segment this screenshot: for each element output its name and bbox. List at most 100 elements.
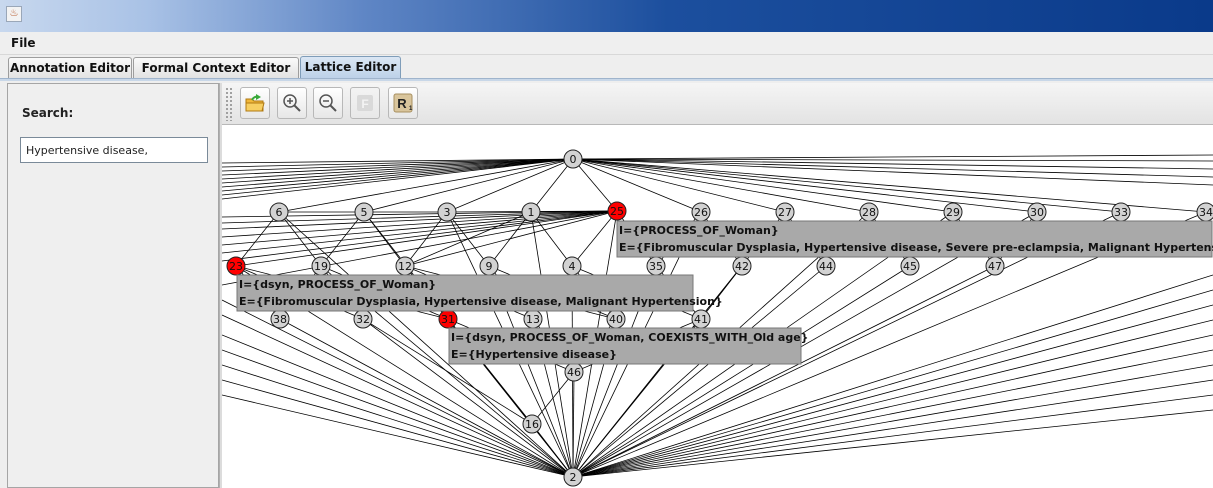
concept-tooltip: I={dsyn, PROCESS_OF_Woman} E={Fibromuscul…: [236, 274, 723, 312]
concept-tooltips: I={PROCESS_OF_Woman} E={Fibromuscular Dys…: [236, 220, 1213, 365]
node-label: 16: [525, 418, 539, 431]
node-label: 44: [819, 260, 833, 273]
node-label: 47: [988, 260, 1002, 273]
tooltip-intent: I={PROCESS_OF_Woman}: [619, 224, 779, 237]
node-label: 27: [778, 206, 792, 219]
lattice-node-35[interactable]: 35: [646, 256, 666, 276]
tooltip-intent: I={dsyn, PROCESS_OF_Woman, COEXISTS_WITH…: [451, 331, 809, 344]
window-titlebar[interactable]: ♨: [0, 0, 1213, 32]
lattice-edge: [572, 158, 1207, 213]
lattice-edge: [572, 158, 618, 212]
lattice-node-31[interactable]: 31: [438, 309, 458, 329]
r-button[interactable]: R 1: [388, 87, 418, 119]
node-label: 30: [1030, 206, 1044, 219]
r-icon-label: R: [397, 96, 407, 111]
tab-lattice-editor[interactable]: Lattice Editor: [300, 56, 401, 78]
zoom-in-button[interactable]: [277, 87, 307, 119]
lattice-node-16[interactable]: 16: [522, 414, 542, 434]
node-label: 45: [903, 260, 917, 273]
node-label: 9: [486, 260, 493, 273]
r-icon: R 1: [393, 93, 413, 113]
lattice-edge: [222, 394, 574, 478]
search-panel: Search:: [7, 83, 219, 488]
lattice-edge: [572, 289, 1213, 478]
lattice-node-2[interactable]: 2: [563, 467, 583, 487]
lattice-node-6[interactable]: 6: [269, 202, 289, 222]
lattice-edge: [572, 158, 786, 213]
menubar: File: [0, 32, 1213, 55]
node-label: 0: [570, 153, 577, 166]
tab-strip: Annotation Editor Formal Context Editor …: [0, 55, 1213, 79]
tab-divider: [0, 78, 1213, 81]
tab-formal-context-editor[interactable]: Formal Context Editor: [133, 57, 299, 78]
lattice-node-38[interactable]: 38: [270, 309, 290, 329]
lattice-node-5[interactable]: 5: [354, 202, 374, 222]
tooltip-extent: E={Fibromuscular Dysplasia, Hypertensive…: [619, 241, 1213, 254]
lattice-node-42[interactable]: 42: [732, 256, 752, 276]
lattice-node-32[interactable]: 32: [353, 309, 373, 329]
lattice-edge: [571, 210, 618, 267]
tooltip-extent: E={Fibromuscular Dysplasia, Hypertensive…: [239, 295, 723, 308]
node-label: 13: [526, 313, 540, 326]
node-label: 40: [609, 313, 623, 326]
lattice-node-46[interactable]: 46: [564, 362, 584, 382]
lattice-edge: [222, 210, 618, 286]
lattice-edge: [222, 349, 574, 478]
lattice-node-23[interactable]: 23: [226, 256, 246, 276]
node-label: 42: [735, 260, 749, 273]
lattice-edge: [572, 394, 1213, 478]
node-label: 6: [276, 206, 283, 219]
lattice-node-9[interactable]: 9: [479, 256, 499, 276]
lattice-node-30[interactable]: 30: [1027, 202, 1047, 222]
node-label: 1: [528, 206, 535, 219]
lattice-node-41[interactable]: 41: [691, 309, 711, 329]
f-icon: F: [357, 95, 373, 111]
node-label: 35: [649, 260, 663, 273]
lattice-node-34[interactable]: 34: [1196, 202, 1213, 222]
lattice-node-1[interactable]: 1: [521, 202, 541, 222]
lattice-canvas[interactable]: 0 6 5 3 1 25 26 27 28 29 30 33 34 23 19 12 9 4 35 42 44 45 47 3…: [222, 125, 1213, 488]
node-label: 26: [694, 206, 708, 219]
node-label: 25: [610, 205, 624, 218]
lattice-edge: [531, 371, 575, 425]
node-label: 28: [862, 206, 876, 219]
lattice-node-28[interactable]: 28: [859, 202, 879, 222]
lattice-edge: [572, 349, 1213, 478]
lattice-node-29[interactable]: 29: [943, 202, 963, 222]
zoom-out-button[interactable]: [313, 87, 343, 119]
tab-annotation-editor[interactable]: Annotation Editor: [8, 57, 132, 78]
toolbar-grip[interactable]: [225, 87, 233, 121]
lattice-node-27[interactable]: 27: [775, 202, 795, 222]
lattice-node-13[interactable]: 13: [523, 309, 543, 329]
tooltip-intent: I={dsyn, PROCESS_OF_Woman}: [239, 278, 436, 291]
lattice-node-12[interactable]: 12: [395, 256, 415, 276]
lattice-node-25[interactable]: 25: [607, 201, 627, 221]
concept-tooltip: I={PROCESS_OF_Woman} E={Fibromuscular Dys…: [616, 220, 1213, 258]
lattice-edge: [572, 379, 1213, 478]
lattice-graph[interactable]: 06 5 3 1 25 26 27 28 29 30 33 3423 19 12 9 4 35 42 44 45 473…: [222, 125, 1213, 488]
open-button[interactable]: [240, 87, 270, 119]
lattice-node-19[interactable]: 19: [311, 256, 331, 276]
lattice-node-44[interactable]: 44: [816, 256, 836, 276]
node-label: 4: [569, 260, 576, 273]
node-label: 32: [356, 313, 370, 326]
lattice-node-26[interactable]: 26: [691, 202, 711, 222]
lattice-node-45[interactable]: 45: [900, 256, 920, 276]
lattice-node-33[interactable]: 33: [1111, 202, 1131, 222]
lattice-node-40[interactable]: 40: [606, 309, 626, 329]
lattice-edge: [572, 158, 1038, 213]
zoom-in-icon: [283, 94, 301, 112]
lattice-node-47[interactable]: 47: [985, 256, 1005, 276]
lattice-edge: [572, 409, 1213, 478]
lattice-node-3[interactable]: 3: [437, 202, 457, 222]
lattice-node-0[interactable]: 0: [563, 149, 583, 169]
node-label: 19: [314, 260, 328, 273]
lattice-edge: [222, 364, 574, 478]
f-button[interactable]: F: [350, 87, 380, 119]
zoom-out-icon: [319, 94, 337, 112]
search-input[interactable]: [20, 137, 208, 163]
lattice-node-4[interactable]: 4: [562, 256, 582, 276]
lattice-edge: [235, 211, 280, 267]
menu-file[interactable]: File: [11, 36, 36, 50]
node-label: 12: [398, 260, 412, 273]
